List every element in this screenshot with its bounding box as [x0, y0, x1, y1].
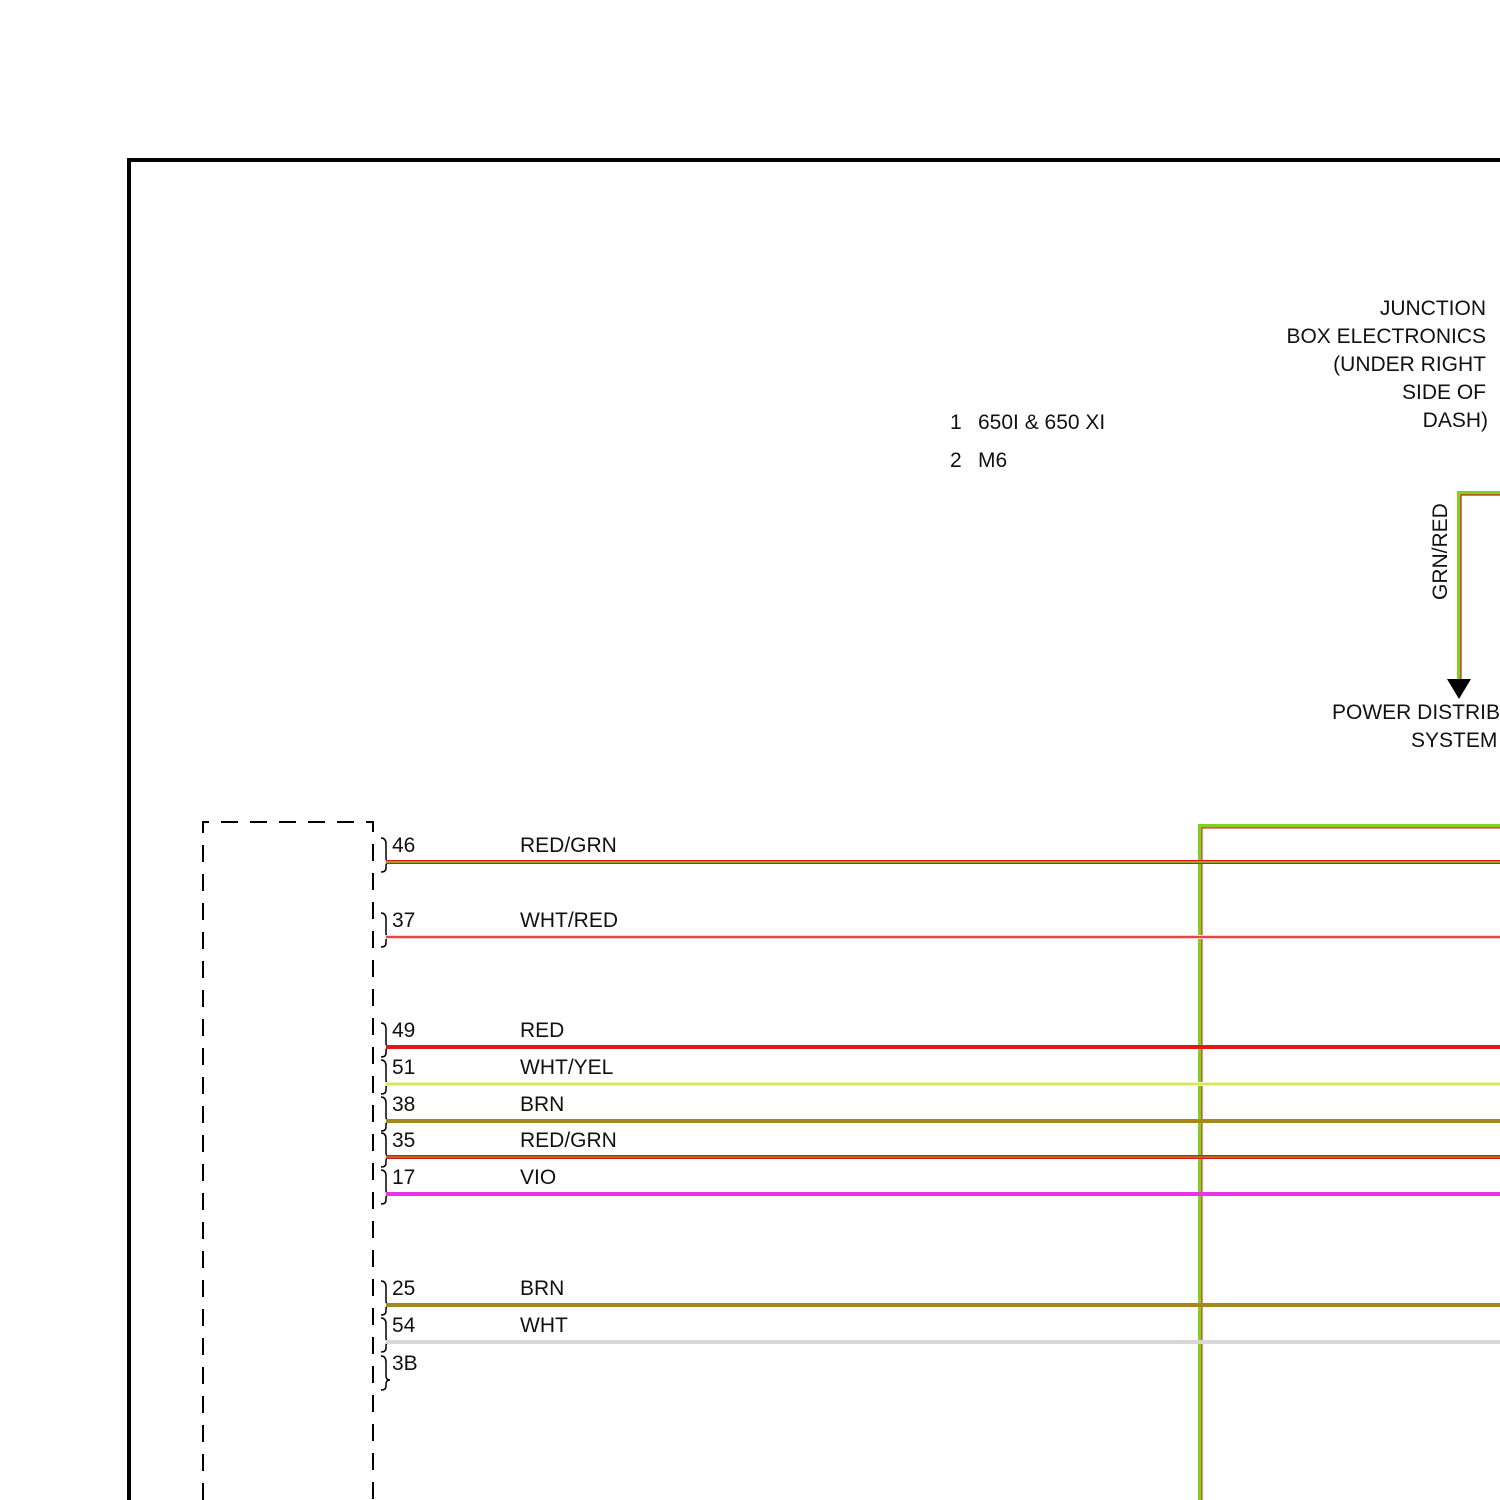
pin-number: 54: [392, 1314, 416, 1337]
wire-color-label: RED: [520, 1019, 564, 1042]
wire-color-label: WHT/RED: [520, 909, 618, 932]
pin-row: 3B: [380, 1352, 418, 1391]
feed-wire-label: GRN/RED: [1429, 503, 1452, 600]
junction-box-line: SIDE OF: [1402, 381, 1486, 404]
pin-row: 46 RED/GRN: [380, 834, 1500, 873]
legend-text: 650I & 650 XI: [978, 411, 1105, 434]
pin-number: 17: [392, 1166, 415, 1189]
wire-color-label: BRN: [520, 1277, 564, 1300]
pin-bracket: [380, 1059, 391, 1095]
pin-number: 46: [392, 834, 415, 857]
pin-row: 51 WHT/YEL: [380, 1056, 1500, 1095]
wire-color-label: RED/GRN: [520, 1129, 617, 1152]
trunk-red: [1201, 827, 1500, 1500]
junction-box-label: JUNCTION BOX ELECTRONICS (UNDER RIGHT SI…: [1286, 297, 1488, 432]
pin-bracket: [380, 1169, 391, 1205]
feed-wire-red: [1460, 494, 1500, 682]
power-distribution-label: POWER DISTRIBUTION SYSTEM: [1332, 701, 1500, 752]
wire-color-label: WHT: [520, 1314, 568, 1337]
junction-box-line: JUNCTION: [1380, 297, 1486, 320]
legend-text: M6: [978, 449, 1007, 472]
connector-outline: [202, 821, 374, 1500]
pin-row: 25 BRN: [380, 1277, 1500, 1316]
pin-number: 25: [392, 1277, 415, 1300]
pin-bracket: [380, 1132, 391, 1168]
pin-bracket: [380, 1355, 391, 1391]
pin-bracket: [380, 912, 391, 948]
pin-number: 37: [392, 909, 415, 932]
pin-row: 38 BRN: [380, 1093, 1500, 1132]
down-arrow-icon: [1447, 679, 1471, 699]
diagram-frame: [127, 158, 1500, 1500]
pin-bracket: [380, 1280, 391, 1316]
legend-number: 1: [950, 411, 962, 434]
junction-box-line: BOX ELECTRONICS: [1286, 325, 1486, 348]
wire-color-label: RED/GRN: [520, 834, 617, 857]
wiring-diagram: JUNCTION BOX ELECTRONICS (UNDER RIGHT SI…: [127, 158, 1500, 1500]
feed-wire: GRN/RED: [1429, 491, 1500, 699]
legend-number: 2: [950, 449, 962, 472]
pin-number: 49: [392, 1019, 415, 1042]
junction-box-line: (UNDER RIGHT: [1333, 353, 1486, 376]
pin-number: 51: [392, 1056, 415, 1079]
wire-color-label: VIO: [520, 1166, 556, 1189]
pin-number: 35: [392, 1129, 415, 1152]
wire-color-label: WHT/YEL: [520, 1056, 613, 1079]
pin-number: 38: [392, 1093, 415, 1116]
wire-color-label: BRN: [520, 1093, 564, 1116]
legend: 1 650I & 650 XI 2 M6: [950, 411, 1105, 472]
trunk-green: [1198, 824, 1500, 1500]
pin-bracket: [380, 1096, 391, 1132]
vertical-trunk: [1198, 824, 1500, 1500]
pin-row: 37 WHT/RED: [380, 909, 1500, 948]
pin-row: 35 RED/GRN: [380, 1129, 1500, 1168]
power-distribution-line: SYSTEM: [1411, 729, 1497, 752]
pin-bracket: [380, 1022, 391, 1058]
pin-bracket: [380, 837, 391, 873]
power-distribution-line: POWER DISTRIBUTION: [1332, 701, 1500, 724]
junction-box-line: DASH): [1423, 409, 1488, 432]
connector-pins: 46 RED/GRN 37 WHT/RED 49 RED 51 WHT/YEL: [380, 834, 1500, 1391]
pin-number: 3B: [392, 1352, 418, 1375]
feed-wire-green: [1457, 491, 1500, 682]
pin-bracket: [380, 1317, 391, 1353]
